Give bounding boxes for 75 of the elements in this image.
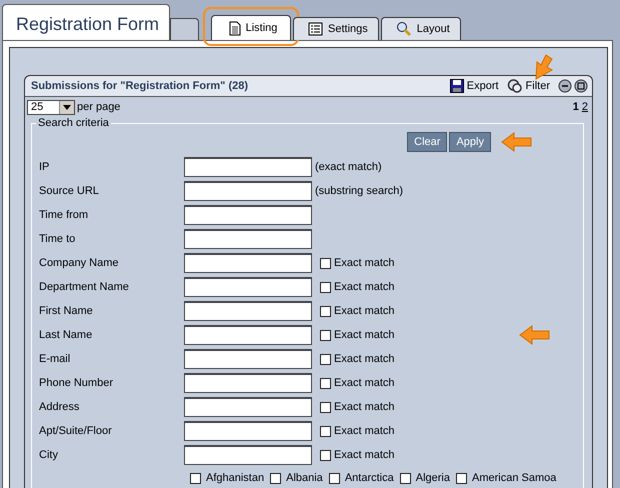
checkbox-label: Antarctica [344, 472, 394, 484]
input-field[interactable] [184, 373, 312, 393]
checkbox-label: Exact match [334, 377, 395, 389]
checkbox-label: Exact match [334, 305, 395, 317]
form-button[interactable]: Apply [449, 132, 491, 152]
page-link[interactable]: 2 [582, 101, 588, 113]
minimize-icon[interactable] [558, 79, 572, 93]
field-label: Source URL [38, 185, 100, 197]
tab[interactable]: Layout [380, 17, 461, 40]
checkbox-label: Afghanistan [206, 472, 264, 484]
checkbox-label: American Samoa [472, 472, 556, 484]
checkbox[interactable] [320, 426, 331, 436]
field-label: Time from [38, 209, 90, 221]
input-field[interactable] [184, 277, 312, 297]
checkbox-label: Exact match [334, 425, 395, 437]
checkbox[interactable] [456, 472, 467, 484]
checkbox[interactable] [320, 354, 331, 364]
checkbox[interactable] [320, 450, 331, 460]
field-label: E-mail [38, 353, 72, 365]
maximize-icon[interactable] [574, 79, 588, 93]
checkbox[interactable] [270, 472, 282, 484]
field-label: Last Name [38, 329, 94, 341]
input-field[interactable] [184, 253, 312, 273]
checkbox-label: Albania [286, 472, 323, 484]
checkbox-label: Exact match [334, 257, 395, 269]
caret-icon [63, 104, 71, 110]
checkbox[interactable] [190, 472, 201, 484]
field-label: Department Name [38, 281, 130, 293]
checkbox[interactable] [320, 378, 331, 388]
list-icon [308, 22, 323, 36]
input-field[interactable] [184, 181, 312, 201]
checkbox-label: Exact match [334, 281, 395, 293]
input-field[interactable] [184, 445, 312, 465]
input-field[interactable] [184, 421, 312, 441]
checkbox-label: Exact match [334, 449, 395, 461]
field-label: Apt/Suite/Floor [38, 425, 113, 437]
panel-title: Submissions for "Registration Form" (28) [31, 80, 248, 92]
input-field[interactable] [184, 325, 312, 345]
field-hint: (exact match) [315, 161, 382, 173]
field-hint: (substring search) [315, 185, 404, 197]
checkbox[interactable] [320, 402, 331, 412]
checkbox-label: Algeria [416, 472, 450, 484]
field-label: Address [38, 401, 80, 413]
tab[interactable]: Settings [293, 17, 379, 40]
input-field[interactable] [184, 229, 312, 249]
input-field[interactable] [184, 301, 312, 321]
input-field[interactable] [184, 349, 312, 369]
input-field[interactable] [184, 205, 312, 225]
page-icon [228, 20, 241, 36]
field-label: IP [38, 161, 50, 173]
field-label: First Name [38, 305, 94, 317]
per-page-label: per page [77, 101, 120, 113]
field-label: City [38, 449, 59, 461]
checkbox[interactable] [320, 258, 331, 268]
toolbar-link[interactable]: Export [450, 79, 505, 93]
input-field[interactable] [184, 397, 312, 417]
checkbox[interactable] [320, 282, 331, 292]
checkbox[interactable] [320, 306, 331, 316]
checkbox[interactable] [328, 472, 340, 484]
field-label: Time to [38, 233, 76, 245]
page-link[interactable]: 1 [572, 101, 579, 113]
per-page-select[interactable]: 25 [27, 100, 75, 114]
fieldset-legend: Search criteria [36, 117, 111, 129]
field-label: Phone Number [38, 377, 114, 389]
input-field[interactable] [184, 157, 312, 177]
field-label: Company Name [38, 257, 120, 269]
checkbox[interactable] [400, 472, 411, 484]
floppy-icon [450, 79, 464, 93]
checkbox-label: Exact match [334, 401, 395, 413]
checkbox-label: Exact match [334, 329, 395, 341]
tab[interactable]: Listing [211, 15, 291, 40]
form-button[interactable]: Clear [407, 132, 448, 152]
checkbox[interactable] [320, 330, 331, 340]
toolbar-link[interactable]: Filter [506, 78, 556, 94]
checkbox-label: Exact match [334, 353, 395, 365]
